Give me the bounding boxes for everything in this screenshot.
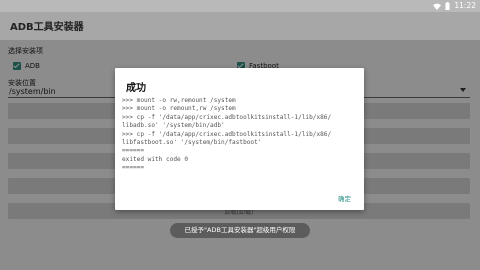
dialog-log-output: >>> mount -o rw,remount /system >>> moun… [122, 97, 332, 172]
ok-button[interactable]: 确定 [338, 193, 351, 203]
app-title: ADB工具安装器 [10, 22, 84, 33]
toast-message: 已授予"ADB工具安装器"超级用户权限 [170, 223, 310, 238]
app-bar: ADB工具安装器 [0, 12, 480, 40]
success-dialog: 成功 >>> mount -o rw,remount /system >>> m… [115, 68, 364, 210]
status-icons: 11:22 [433, 1, 476, 11]
battery-icon [445, 2, 450, 10]
dialog-title: 成功 [126, 83, 146, 94]
status-bar: 11:22 [0, 0, 480, 12]
wifi-icon [433, 3, 442, 10]
status-time: 11:22 [454, 1, 476, 10]
